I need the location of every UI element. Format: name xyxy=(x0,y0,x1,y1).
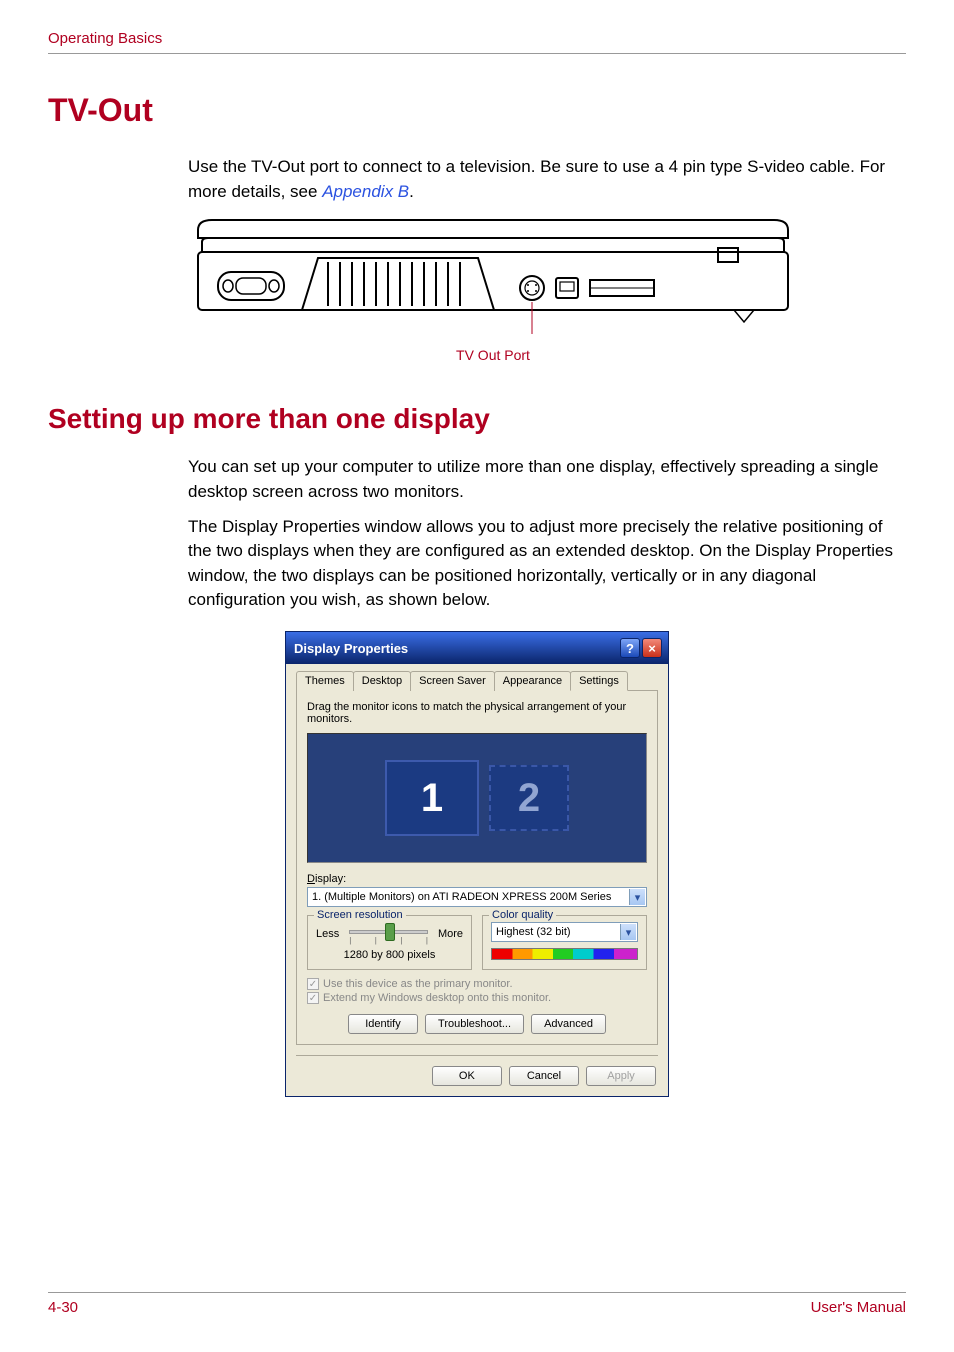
heading-setup: Setting up more than one display xyxy=(48,403,906,435)
setup-p1: You can set up your computer to utilize … xyxy=(188,455,896,504)
tvout-paragraph: Use the TV-Out port to connect to a tele… xyxy=(188,155,896,204)
help-button[interactable]: ? xyxy=(620,638,640,658)
settings-button-row: Identify Troubleshoot... Advanced xyxy=(307,1014,647,1034)
monitor-arrangement-area[interactable]: 1 2 xyxy=(307,733,647,863)
dialog-titlebar: Display Properties ? × xyxy=(286,632,668,664)
dialog-bottom-buttons: OK Cancel Apply xyxy=(296,1055,658,1086)
identify-button[interactable]: Identify xyxy=(348,1014,418,1034)
color-fieldset: Color quality Highest (32 bit) ▾ xyxy=(482,915,647,970)
display-select[interactable]: 1. (Multiple Monitors) on ATI RADEON XPR… xyxy=(307,887,647,907)
res-less-label: Less xyxy=(316,928,339,940)
page-number: 4-30 xyxy=(48,1299,78,1316)
tab-appearance[interactable]: Appearance xyxy=(494,671,571,691)
close-button[interactable]: × xyxy=(642,638,662,658)
troubleshoot-button[interactable]: Troubleshoot... xyxy=(425,1014,524,1034)
tab-screensaver[interactable]: Screen Saver xyxy=(410,671,495,691)
tab-settings[interactable]: Settings xyxy=(570,671,628,691)
setup-p2: The Display Properties window allows you… xyxy=(188,515,896,614)
resolution-slider-row: Less |||| More xyxy=(316,922,463,945)
laptop-side-svg xyxy=(188,216,798,336)
tab-desktop[interactable]: Desktop xyxy=(353,671,411,691)
close-icon: × xyxy=(648,641,656,656)
section-name: Operating Basics xyxy=(48,30,162,47)
resolution-value: 1280 by 800 pixels xyxy=(316,949,463,961)
monitor-checkboxes: ✓ Use this device as the primary monitor… xyxy=(307,978,647,1004)
diagram-caption: TV Out Port xyxy=(188,347,798,363)
footer-label: User's Manual xyxy=(811,1299,906,1316)
display-select-value: 1. (Multiple Monitors) on ATI RADEON XPR… xyxy=(312,891,611,903)
tvout-text-pre: Use the TV-Out port to connect to a tele… xyxy=(188,157,885,201)
color-select-value: Highest (32 bit) xyxy=(496,926,571,938)
extend-desktop-checkbox: ✓ xyxy=(307,992,319,1004)
chk2-label: Extend my Windows desktop onto this moni… xyxy=(323,992,551,1004)
heading-tvout: TV-Out xyxy=(48,92,906,129)
laptop-diagram xyxy=(188,216,906,341)
help-icon: ? xyxy=(626,641,634,656)
slider-thumb[interactable] xyxy=(385,923,395,941)
monitor-1[interactable]: 1 xyxy=(385,760,479,836)
tab-themes[interactable]: Themes xyxy=(296,671,354,691)
color-spectrum-bar xyxy=(491,948,638,960)
settings-panel: Drag the monitor icons to match the phys… xyxy=(296,691,658,1045)
ok-button[interactable]: OK xyxy=(432,1066,502,1086)
display-properties-dialog: Display Properties ? × Themes Desktop Sc… xyxy=(285,631,669,1097)
chevron-down-icon: ▾ xyxy=(620,924,636,940)
res-more-label: More xyxy=(438,928,463,940)
instruction-text: Drag the monitor icons to match the phys… xyxy=(307,701,647,725)
page-header: Operating Basics xyxy=(48,30,906,54)
primary-monitor-checkbox: ✓ xyxy=(307,978,319,990)
chk1-label: Use this device as the primary monitor. xyxy=(323,978,513,990)
tab-strip: Themes Desktop Screen Saver Appearance S… xyxy=(296,670,658,691)
cancel-button[interactable]: Cancel xyxy=(509,1066,579,1086)
advanced-button[interactable]: Advanced xyxy=(531,1014,606,1034)
color-legend: Color quality xyxy=(489,909,556,921)
dialog-screenshot: Display Properties ? × Themes Desktop Sc… xyxy=(48,631,906,1097)
display-label: Display: xyxy=(307,873,647,885)
appendix-link[interactable]: Appendix B xyxy=(322,182,409,201)
resolution-fieldset: Screen resolution Less |||| More 12 xyxy=(307,915,472,970)
tvout-text-post: . xyxy=(409,182,414,201)
color-select[interactable]: Highest (32 bit) ▾ xyxy=(491,922,638,942)
page-footer: 4-30 User's Manual xyxy=(48,1292,906,1316)
dialog-title: Display Properties xyxy=(294,641,618,656)
dialog-body: Themes Desktop Screen Saver Appearance S… xyxy=(286,664,668,1096)
resolution-slider[interactable] xyxy=(349,930,428,934)
apply-button: Apply xyxy=(586,1066,656,1086)
resolution-legend: Screen resolution xyxy=(314,909,406,921)
monitor-2[interactable]: 2 xyxy=(489,765,569,831)
chevron-down-icon: ▾ xyxy=(629,889,645,905)
